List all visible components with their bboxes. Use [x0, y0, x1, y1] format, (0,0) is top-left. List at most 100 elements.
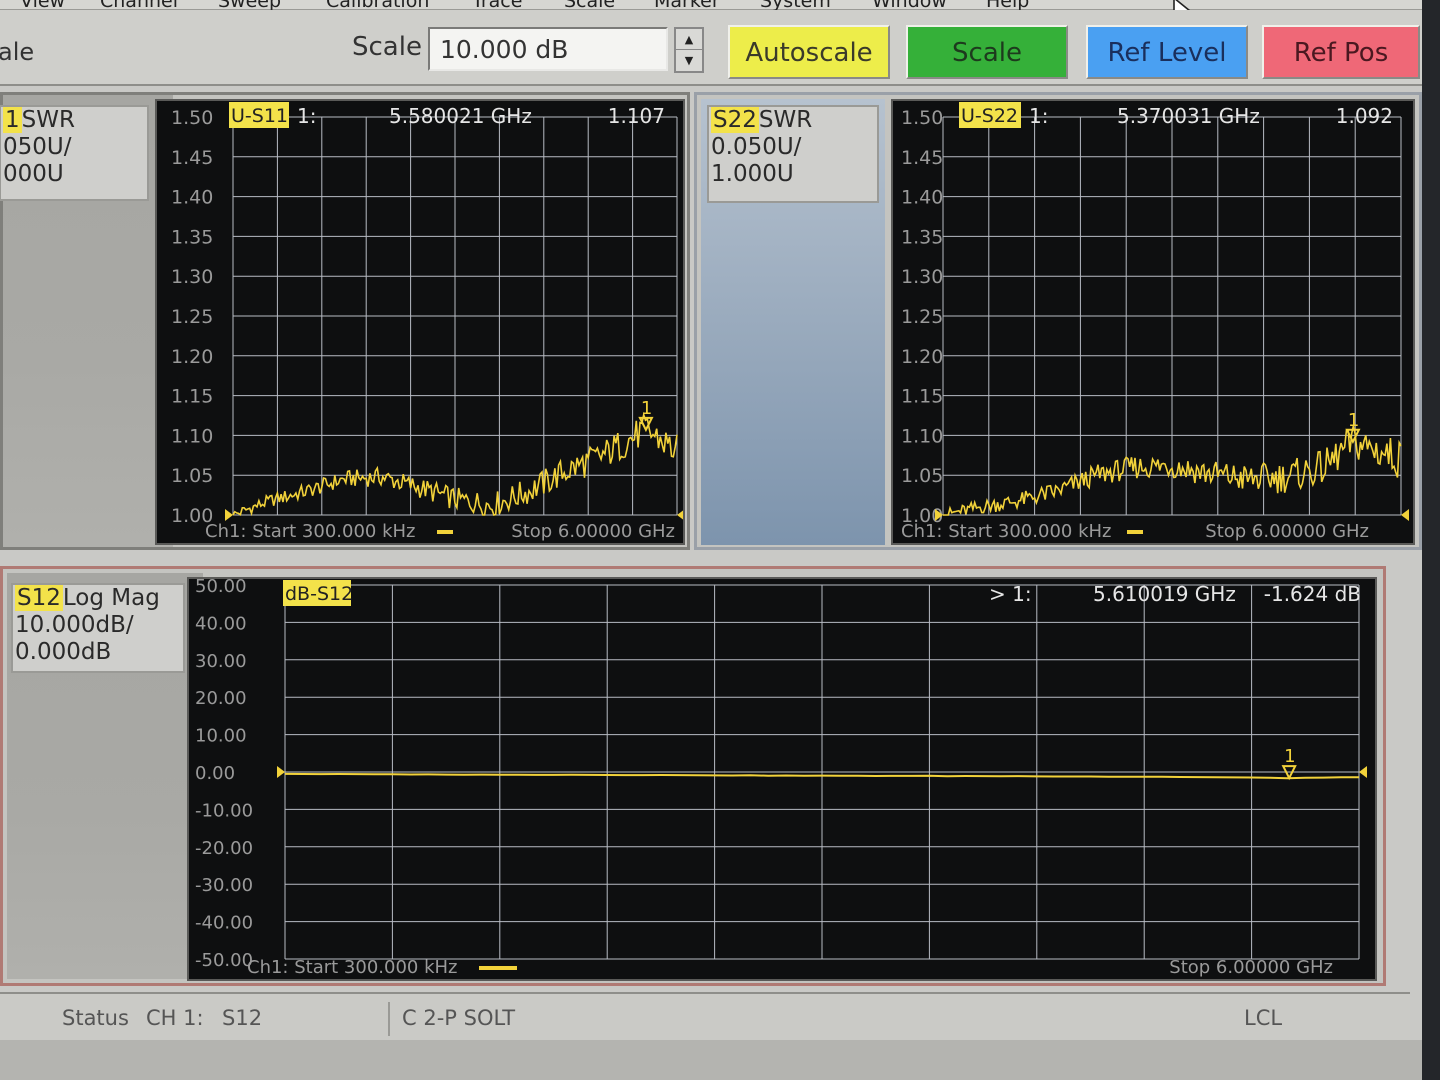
- s11-param-format: SWR: [21, 107, 75, 133]
- s22-param-box[interactable]: S22SWR 0.050U/ 1.000U: [707, 105, 879, 203]
- y-tick-label: 1.25: [901, 306, 943, 328]
- s22-param-ref: 1.000U: [711, 161, 794, 187]
- trace-label: dB-S12: [285, 583, 353, 605]
- marker-number-label: 1: [1348, 410, 1359, 431]
- s12-param-ref: 0.000dB: [15, 639, 112, 665]
- y-tick-label: 1.45: [901, 147, 943, 169]
- s22-plot[interactable]: 1.50 1.45 1.40 1.35 1.30 1.25 1.20 1.15 1.10 1.05…: [891, 99, 1415, 545]
- s11-param-scale: 050U/: [3, 134, 72, 160]
- sweep-start-label: Ch1: Start 300.000 kHz: [247, 957, 457, 978]
- ref-arrow-left-icon: [277, 766, 285, 778]
- status-channel: CH 1:: [146, 1006, 204, 1030]
- s22-plot-svg: 1.50 1.45 1.40 1.35 1.30 1.25 1.20 1.15 1.10 1.05…: [901, 102, 1409, 542]
- y-tick-label: 1.50: [171, 107, 213, 129]
- y-tick-label: 1.15: [901, 386, 943, 408]
- status-separator: [388, 1002, 390, 1036]
- s12-plot-svg: 50.00 40.00 30.00 20.00 10.00 0.00 -10.00 -20.0…: [195, 579, 1367, 978]
- sweep-start-label: Ch1: Start 300.000 kHz: [901, 521, 1111, 542]
- scale-toolbar: ale Scale ▲ ▼ Autoscale Scale Ref Level …: [0, 10, 1425, 86]
- y-tick-label: 10.00: [195, 726, 247, 747]
- y-tick-label: 1.35: [171, 226, 213, 248]
- ref-arrow-right-icon: [1401, 509, 1409, 521]
- scale-spinner[interactable]: ▲ ▼: [674, 27, 704, 73]
- toolbar-left-label: ale: [0, 38, 35, 66]
- y-tick-label: 1.25: [171, 306, 213, 328]
- sweep-stop-label: Stop 6.00000 GHz: [511, 521, 675, 542]
- spinner-up-icon[interactable]: ▲: [676, 29, 702, 50]
- marker-readout-label: > 1:: [989, 582, 1032, 606]
- marker-readout-value: 1.092: [1336, 104, 1393, 128]
- s12-param-scale: 10.000dB/: [15, 612, 134, 638]
- y-tick-label: 1.20: [901, 346, 943, 368]
- s11-window[interactable]: 1SWR 050U/ 000U 1.50 1.45 1.40 1.35 1.30 1.25…: [0, 92, 690, 550]
- ref-arrow-right-icon: [677, 510, 683, 520]
- y-tick-label: 1.50: [901, 107, 943, 129]
- marker-readout-label: 1:: [1029, 104, 1048, 128]
- s12-param-tag: S12: [15, 585, 63, 611]
- y-tick-label: 1.15: [171, 386, 213, 408]
- s12-plot[interactable]: 50.00 40.00 30.00 20.00 10.00 0.00 -10.00 -20.0…: [187, 577, 1377, 981]
- s11-param-ref: 000U: [3, 161, 64, 187]
- y-tick-label: 30.00: [195, 651, 247, 672]
- scale-button[interactable]: Scale: [906, 25, 1068, 79]
- y-tick-label: 1.10: [901, 425, 943, 447]
- status-param: S12: [222, 1006, 263, 1030]
- s12-window[interactable]: S12Log Mag 10.000dB/ 0.000dB 50.00 40.00 3…: [0, 566, 1386, 986]
- trace-label: U-S11: [231, 105, 288, 127]
- scale-value-input[interactable]: [428, 27, 668, 71]
- monitor-bezel: [1422, 0, 1440, 1080]
- status-label: Status: [62, 1006, 129, 1030]
- marker-readout-value: -1.624 dB: [1264, 582, 1361, 606]
- window-bottom-edge: [0, 1040, 1425, 1080]
- s22-window[interactable]: S22SWR 0.050U/ 1.000U 1.50 1.45 1.40 1.35 1.…: [694, 92, 1422, 550]
- s22-param-tag: S22: [711, 107, 759, 133]
- marker-readout-frequency: 5.610019 GHz: [1093, 582, 1236, 606]
- scale-label: Scale: [352, 32, 422, 62]
- s11-param-box[interactable]: 1SWR 050U/ 000U: [0, 105, 149, 201]
- menu-bar: View Channel Sweep Calibration Trace Sca…: [0, 0, 1425, 12]
- s12-param-format: Log Mag: [62, 585, 160, 611]
- ref-arrow-right-icon: [1359, 766, 1367, 778]
- s11-plot-svg: 1.50 1.45 1.40 1.35 1.30 1.25 1.20 1.15 1.10 1.05…: [171, 102, 683, 542]
- y-tick-label: 1.35: [901, 226, 943, 248]
- y-tick-label: 40.00: [195, 613, 247, 634]
- y-tick-label: -10.00: [195, 800, 253, 821]
- y-tick-label: 0.00: [195, 763, 235, 784]
- marker-readout-frequency: 5.580021 GHz: [389, 104, 532, 128]
- vna-application: View Channel Sweep Calibration Trace Sca…: [0, 0, 1425, 1080]
- y-tick-label: 1.40: [901, 187, 943, 209]
- y-tick-label: -30.00: [195, 875, 253, 896]
- y-tick-label: 1.10: [171, 425, 213, 447]
- ref-pos-button[interactable]: Ref Pos: [1262, 25, 1420, 79]
- y-tick-label: -40.00: [195, 913, 253, 934]
- spinner-down-icon[interactable]: ▼: [676, 50, 702, 71]
- status-bar: Status CH 1: S12 C 2-P SOLT LCL: [0, 992, 1410, 1040]
- sweep-start-label: Ch1: Start 300.000 kHz: [205, 521, 415, 542]
- y-tick-label: 20.00: [195, 688, 247, 709]
- sweep-stop-label: Stop 6.00000 GHz: [1205, 521, 1369, 542]
- y-tick-label: 1.05: [171, 465, 213, 487]
- marker-readout-frequency: 5.370031 GHz: [1117, 104, 1260, 128]
- ref-level-button[interactable]: Ref Level: [1086, 25, 1248, 79]
- marker-readout-value: 1.107: [608, 104, 665, 128]
- y-tick-label: 1.30: [901, 266, 943, 288]
- s22-param-format: SWR: [758, 107, 813, 133]
- ref-arrow-left-icon: [225, 509, 233, 521]
- s22-param-scale: 0.050U/: [711, 134, 802, 160]
- y-tick-label: 1.20: [171, 346, 213, 368]
- trace-label: U-S22: [961, 105, 1018, 127]
- marker-number-label: 1: [641, 398, 652, 419]
- marker-readout-label: 1:: [297, 104, 316, 128]
- status-cal: C 2-P SOLT: [402, 1006, 516, 1030]
- s12-param-box[interactable]: S12Log Mag 10.000dB/ 0.000dB: [11, 583, 185, 673]
- y-tick-label: 1.05: [901, 465, 943, 487]
- autoscale-button[interactable]: Autoscale: [728, 25, 890, 79]
- y-tick-label: -20.00: [195, 838, 253, 859]
- sweep-stop-label: Stop 6.00000 GHz: [1169, 957, 1333, 978]
- status-mode: LCL: [1244, 1006, 1283, 1030]
- y-tick-label: -50.00: [195, 950, 253, 971]
- marker-number-label: 1: [1284, 746, 1295, 767]
- s11-param-tag: 1: [3, 107, 22, 133]
- s11-plot[interactable]: 1.50 1.45 1.40 1.35 1.30 1.25 1.20 1.15 1.10 1.05…: [155, 99, 685, 545]
- y-tick-label: 50.00: [195, 579, 247, 597]
